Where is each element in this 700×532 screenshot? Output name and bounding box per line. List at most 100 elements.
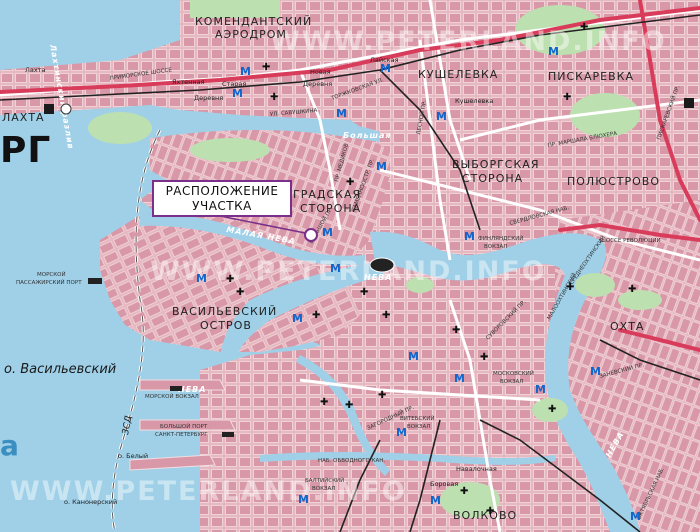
district-kushelevka: КУШЕЛЕВКА (418, 68, 498, 81)
water-gulf: а (0, 429, 19, 462)
metro-icon: M (430, 494, 441, 507)
location-marker[interactable] (304, 228, 318, 242)
metro-icon: M (380, 62, 391, 75)
church-icon: ✚ (320, 397, 328, 408)
ship-icon (88, 278, 102, 284)
metro-icon: M (630, 510, 641, 523)
metro-icon: M (590, 365, 601, 378)
metro-icon: M (292, 312, 303, 325)
metro-icon: M (436, 110, 447, 123)
church-icon: ✚ (346, 177, 354, 188)
water-bolshaya: Большая (343, 131, 392, 140)
street-revolution: ШОССЕ РЕВОЛЮЦИИ (600, 238, 661, 244)
plot-location-callout[interactable]: РАСПОЛОЖЕНИЕ УЧАСТКА (152, 180, 292, 217)
district-petrograd-1: ГРАДСКАЯ (293, 188, 361, 201)
metro-icon: M (535, 383, 546, 396)
place-borovaya: Боровая (430, 480, 458, 488)
metro-icon: M (376, 160, 387, 173)
metro-icon: M (298, 493, 309, 506)
metro-icon: M (464, 230, 475, 243)
map[interactable]: WWW.PETERLAND.INFO WWW.PETERLAND.INFO WW… (0, 0, 700, 532)
park-okhta (618, 290, 662, 310)
water-neva-1: НЕВА (364, 273, 392, 282)
place-novaya-1: Новая (310, 68, 331, 76)
district-piskarevka: ПИСКАРЕВКА (548, 70, 634, 83)
label-bolshoy-port-2: САНКТ-ПЕТЕРБУРГ (155, 432, 208, 438)
label-morskoy-vokzal: МОРСКОЙ ВОКЗАЛ (145, 393, 199, 400)
district-komendantsky: КОМЕНДАНТСКИЙ (195, 15, 312, 28)
map-canvas: WWW.PETERLAND.INFO WWW.PETERLAND.INFO WW… (0, 0, 700, 532)
callout-line-2: УЧАСТКА (192, 198, 252, 213)
church-icon: ✚ (378, 390, 386, 401)
place-kushelevka: Кушелевка (455, 97, 493, 105)
church-icon: ✚ (270, 92, 278, 103)
label-baltic-vokzal-1: БАЛТИЙСКИЙ (305, 477, 344, 484)
church-icon: ✚ (360, 287, 368, 298)
watermark-top: WWW.PETERLAND.INFO (270, 26, 667, 57)
district-okhta: ОХТА (610, 320, 644, 333)
metro-icon: M (408, 350, 419, 363)
church-icon: ✚ (226, 274, 234, 285)
label-morskoy-port-1: МОРСКОЙ (37, 271, 66, 278)
city-label: РГ (0, 130, 52, 171)
park-primorsky (88, 112, 152, 144)
callout-line-1: РАСПОЛОЖЕНИЕ (165, 183, 279, 198)
church-icon: ✚ (563, 92, 571, 103)
label-moscow-vokzal-2: ВОКЗАЛ (500, 379, 523, 385)
metro-icon: M (322, 226, 333, 239)
ship-icon (170, 386, 182, 391)
metro-icon: M (454, 372, 465, 385)
district-vyborg-1: ВЫБОРГСКАЯ (452, 158, 539, 171)
label-baltic-vokzal-2: ВОКЗАЛ (312, 486, 335, 492)
service-icon (60, 103, 72, 115)
church-icon: ✚ (382, 310, 390, 321)
metro-icon: M (232, 87, 243, 100)
water-neva-2: НЕВА (178, 385, 206, 394)
church-icon: ✚ (312, 310, 320, 321)
church-icon: ✚ (262, 62, 270, 73)
park-elagin (190, 138, 270, 162)
place-navalochnaya: Навалочная (456, 465, 497, 473)
label-vitebsk-vokzal-2: ВОКЗАЛ (407, 424, 430, 430)
label-finland-vokzal-2: ВОКЗАЛ (484, 244, 507, 250)
district-aerodrom: АЭРОДРОМ (215, 28, 287, 41)
church-icon: ✚ (236, 287, 244, 298)
district-vasilievsky-2: ОСТРОВ (200, 319, 252, 332)
church-icon: ✚ (580, 22, 588, 33)
church-icon: ✚ (452, 325, 460, 336)
church-icon: ✚ (460, 486, 468, 497)
label-morskoy-port-2: ПАССАЖИРСКИЙ ПОРТ (16, 279, 82, 286)
fortress-icon (369, 257, 395, 273)
metro-icon: M (196, 272, 207, 285)
district-vasilievsky-1: ВАСИЛЬЕВСКИЙ (172, 305, 277, 318)
island-kanonersky: о. Канонерский (64, 498, 117, 506)
island-bely: о. Белый (118, 452, 148, 460)
place-lakhta-top: Лахта (25, 66, 46, 74)
church-icon: ✚ (548, 404, 556, 415)
church-icon: ✚ (486, 506, 494, 517)
metro-icon: M (330, 262, 341, 275)
church-icon: ✚ (345, 400, 353, 411)
gas-station-icon (44, 104, 54, 114)
street-obvodny: НАБ. ОБВОДНОГО КАН. (318, 458, 385, 464)
district-lakhta: ЛАХТА (2, 111, 45, 124)
place-staraya-2: Деревня (194, 94, 223, 102)
ship-icon (222, 432, 234, 437)
watermark-mid: WWW.PETERLAND.INFO (150, 256, 547, 287)
metro-icon: M (240, 65, 251, 78)
label-finland-vokzal-1: ФИНЛЯНДСКИЙ (478, 235, 523, 242)
church-icon: ✚ (566, 282, 574, 293)
label-bolshoy-port-1: БОЛЬШОЙ ПОРТ (160, 423, 208, 430)
district-vyborg-2: СТОРОНА (462, 172, 523, 185)
park-smolny (575, 273, 615, 297)
place-yakhtennaya: Яхтенная (172, 78, 205, 86)
island-vasilievsky: о. Васильевский (4, 362, 116, 377)
place-novaya-2: Деревня (303, 80, 332, 88)
district-polyustrovo: ПОЛЮСТРОВО (567, 175, 660, 188)
metro-icon: M (548, 45, 559, 58)
metro-icon: M (336, 107, 347, 120)
metro-icon: M (396, 426, 407, 439)
church-icon: ✚ (628, 284, 636, 295)
church-icon: ✚ (480, 352, 488, 363)
gas-station-icon (684, 98, 694, 108)
